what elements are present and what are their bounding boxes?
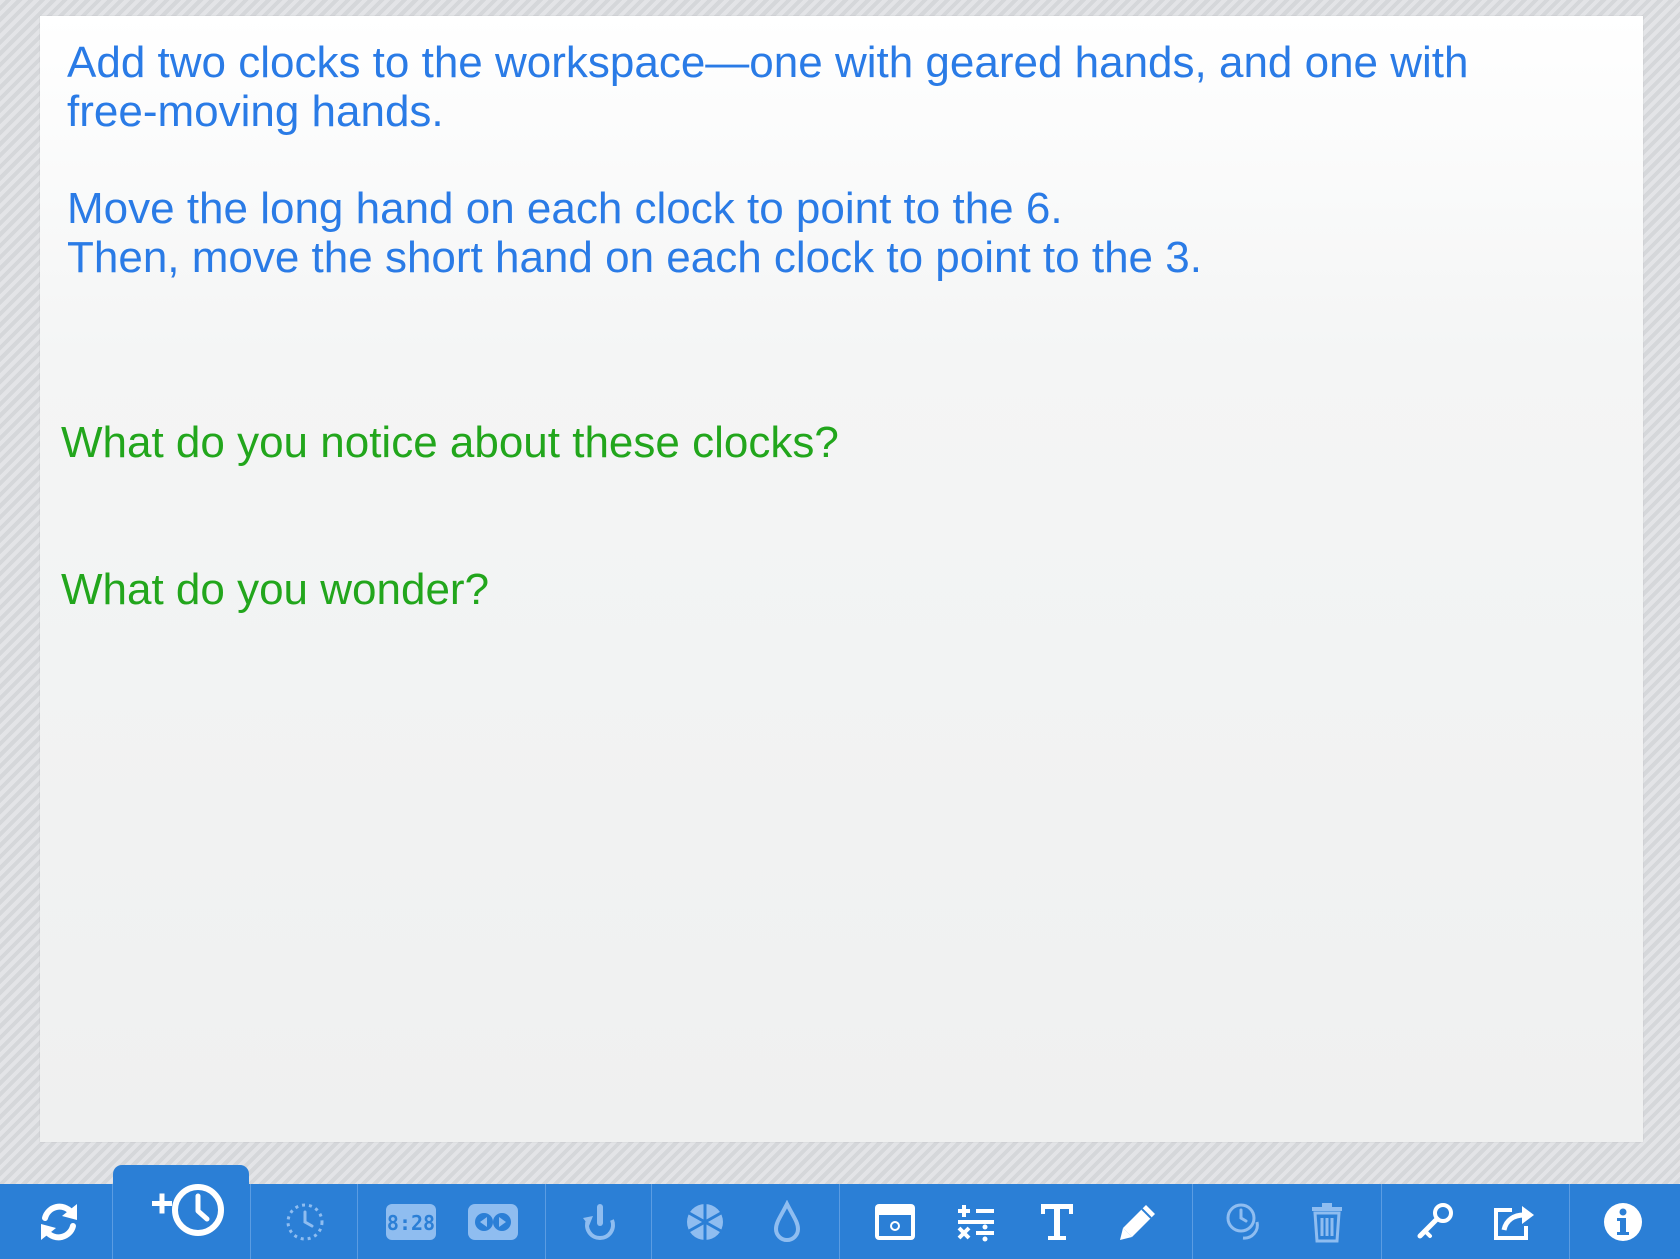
key-button[interactable]	[1400, 1184, 1470, 1259]
svg-text:8:28: 8:28	[387, 1211, 435, 1235]
toolbar-divider	[1381, 1184, 1382, 1259]
trash-icon	[1312, 1202, 1342, 1242]
question-line-2: What do you wonder?	[61, 565, 490, 614]
color-button[interactable]	[752, 1184, 822, 1259]
math-button[interactable]	[941, 1184, 1011, 1259]
text-icon	[1041, 1203, 1073, 1240]
fraction-button[interactable]	[670, 1184, 740, 1259]
toolbar: 8:28	[0, 1184, 1680, 1259]
toolbar-divider	[1569, 1184, 1570, 1259]
tape-icon	[468, 1203, 518, 1240]
share-button[interactable]	[1479, 1184, 1549, 1259]
key-icon	[1417, 1202, 1453, 1238]
toolbar-divider	[545, 1184, 546, 1259]
dotted-clock-icon	[286, 1203, 324, 1240]
tape-button[interactable]	[458, 1184, 528, 1259]
rotate-hand-icon	[583, 1203, 615, 1240]
pie-fraction-icon	[687, 1203, 723, 1240]
reset-button[interactable]	[24, 1184, 94, 1259]
clock-style-button[interactable]	[270, 1184, 340, 1259]
cover-window-icon	[875, 1203, 915, 1240]
toolbar-divider	[357, 1184, 358, 1259]
info-button[interactable]	[1588, 1184, 1658, 1259]
question-line-1: What do you notice about these clocks?	[61, 418, 839, 467]
pencil-icon	[1120, 1204, 1155, 1240]
toolbar-divider	[250, 1184, 251, 1259]
math-operations-icon	[957, 1204, 994, 1241]
toolbar-divider	[651, 1184, 652, 1259]
color-drop-icon	[773, 1199, 801, 1242]
workspace[interactable]: Add two clocks to the workspace—one with…	[40, 16, 1643, 1142]
toolbar-divider	[1192, 1184, 1193, 1259]
digital-display-button[interactable]: 8:28	[376, 1184, 446, 1259]
reset-icon	[41, 1203, 77, 1240]
trash-button[interactable]	[1292, 1184, 1362, 1259]
toolbar-divider	[839, 1184, 840, 1259]
instruction-text-2[interactable]: Move the long hand on each clock to poin…	[67, 184, 1202, 282]
info-icon	[1604, 1202, 1642, 1241]
text-button[interactable]	[1022, 1184, 1092, 1259]
duplicate-clock-button[interactable]	[1210, 1184, 1280, 1259]
pencil-button[interactable]	[1103, 1184, 1173, 1259]
question-text[interactable]: What do you notice about these clocks? W…	[61, 320, 839, 712]
rotate-hand-button[interactable]	[565, 1184, 635, 1259]
share-icon	[1494, 1205, 1534, 1240]
add-clock-button[interactable]	[113, 1165, 249, 1259]
add-clock-icon	[152, 1184, 224, 1236]
duplicate-clock-icon	[1226, 1203, 1259, 1240]
cover-button[interactable]	[860, 1184, 930, 1259]
digital-display-icon: 8:28	[386, 1203, 436, 1240]
instruction-text-1[interactable]: Add two clocks to the workspace—one with…	[67, 38, 1469, 136]
